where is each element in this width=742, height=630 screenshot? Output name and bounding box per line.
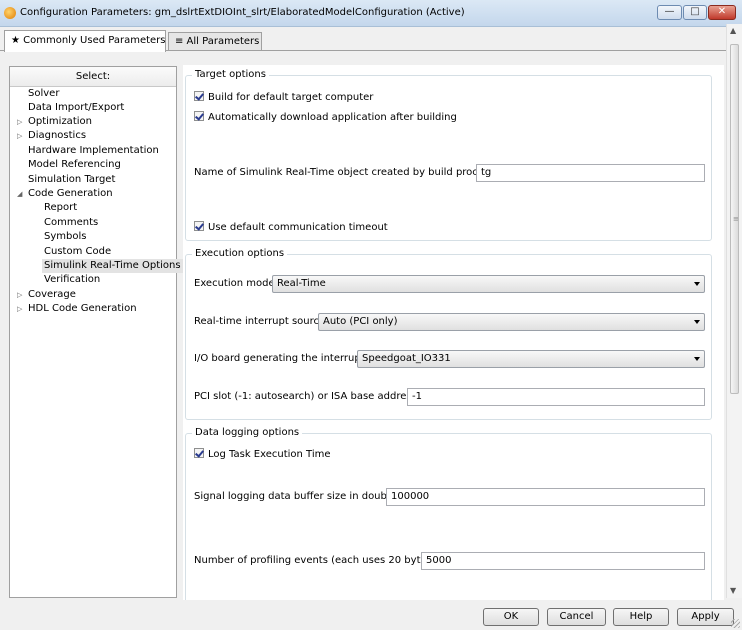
- tab-bar: ★ Commonly Used Parameters ≡ All Paramet…: [0, 27, 742, 52]
- execution-mode-label: Execution mode: [194, 278, 275, 289]
- group-title: Execution options: [192, 248, 288, 260]
- expand-arrow-icon[interactable]: ▷: [17, 129, 22, 143]
- tree-item-hardware-implementation[interactable]: Hardware Implementation: [28, 144, 159, 158]
- dropdown-arrow-icon: [694, 320, 700, 324]
- io-board-label: I/O board generating the interrupt: [194, 353, 365, 364]
- tree-item-custom-code[interactable]: Custom Code: [44, 245, 111, 259]
- buffer-size-field[interactable]: 100000: [386, 488, 705, 506]
- vertical-scrollbar[interactable]: ▲ ≡ ▼: [726, 24, 742, 598]
- group-title: Data logging options: [192, 427, 303, 439]
- checkbox-checked-icon[interactable]: [194, 91, 204, 101]
- tree-item-solver[interactable]: Solver: [28, 87, 59, 101]
- resize-grip-icon[interactable]: [731, 619, 740, 628]
- tree-item-coverage[interactable]: Coverage: [28, 288, 76, 302]
- expand-arrow-icon[interactable]: ▷: [17, 115, 22, 129]
- tree-item-report[interactable]: Report: [44, 201, 77, 215]
- scroll-down-arrow-icon[interactable]: ▼: [730, 586, 736, 595]
- build-default-target-checkbox[interactable]: Build for default target computer: [194, 91, 373, 105]
- io-board-dropdown[interactable]: Speedgoat_IO331: [357, 350, 705, 368]
- collapse-arrow-icon[interactable]: ◢: [17, 187, 22, 201]
- tree-item-data-import-export[interactable]: Data Import/Export: [28, 101, 124, 115]
- grip-icon: ≡: [733, 215, 739, 223]
- tree-item-verification[interactable]: Verification: [44, 273, 100, 287]
- checkbox-checked-icon[interactable]: [194, 111, 204, 121]
- parameters-panel: Target options Build for default target …: [183, 65, 724, 600]
- object-name-field[interactable]: tg: [476, 164, 705, 182]
- apply-button[interactable]: Apply: [677, 608, 734, 626]
- scrollbar-thumb[interactable]: ≡: [730, 44, 739, 394]
- tree-item-simulink-real-time-options[interactable]: Simulink Real-Time Options: [42, 259, 183, 273]
- profiling-events-field[interactable]: 5000: [421, 552, 705, 570]
- close-button[interactable]: ✕: [708, 5, 736, 20]
- target-options-group: Target options Build for default target …: [185, 69, 712, 241]
- tree-item-symbols[interactable]: Symbols: [44, 230, 86, 244]
- data-logging-options-group: Data logging options Log Task Execution …: [185, 427, 712, 600]
- auto-download-checkbox[interactable]: Automatically download application after…: [194, 111, 457, 125]
- checkbox-checked-icon[interactable]: [194, 221, 204, 231]
- tree-item-optimization[interactable]: Optimization: [28, 115, 92, 129]
- object-name-label: Name of Simulink Real-Time object create…: [194, 167, 495, 178]
- dropdown-arrow-icon: [694, 282, 700, 286]
- log-task-execution-time-checkbox[interactable]: Log Task Execution Time: [194, 448, 331, 462]
- buffer-size-label: Signal logging data buffer size in doubl…: [194, 491, 402, 502]
- interrupt-source-label: Real-time interrupt source: [194, 316, 326, 327]
- minimize-button[interactable]: —: [657, 5, 682, 20]
- tree-item-model-referencing[interactable]: Model Referencing: [28, 158, 121, 172]
- title-bar: Configuration Parameters: gm_dslrtExtDIO…: [0, 0, 742, 27]
- profiling-events-label: Number of profiling events (each uses 20…: [194, 555, 436, 566]
- tab-all-parameters[interactable]: ≡ All Parameters: [168, 32, 262, 52]
- pci-slot-label: PCI slot (-1: autosearch) or ISA base ad…: [194, 391, 417, 402]
- ok-button[interactable]: OK: [483, 608, 539, 626]
- checkbox-checked-icon[interactable]: [194, 448, 204, 458]
- expand-arrow-icon[interactable]: ▷: [17, 302, 22, 316]
- scroll-up-arrow-icon[interactable]: ▲: [730, 26, 736, 35]
- expand-arrow-icon[interactable]: ▷: [17, 288, 22, 302]
- tree-item-comments[interactable]: Comments: [44, 216, 98, 230]
- tab-commonly-used-parameters[interactable]: ★ Commonly Used Parameters: [4, 30, 166, 52]
- tree-item-hdl-code-generation[interactable]: HDL Code Generation: [28, 302, 137, 316]
- tree-item-simulation-target[interactable]: Simulation Target: [28, 173, 115, 187]
- execution-mode-dropdown[interactable]: Real-Time: [272, 275, 705, 293]
- tree-header: Select:: [10, 67, 176, 87]
- interrupt-source-dropdown[interactable]: Auto (PCI only): [318, 313, 705, 331]
- help-button[interactable]: Help: [613, 608, 669, 626]
- matlab-app-icon: [4, 7, 16, 19]
- maximize-button[interactable]: □: [683, 5, 707, 20]
- execution-options-group: Execution options Execution mode Real-Ti…: [185, 248, 712, 420]
- tree-item-code-generation[interactable]: Code Generation: [28, 187, 113, 201]
- dropdown-arrow-icon: [694, 357, 700, 361]
- category-tree: Select: ▷ ▷ ◢ ▷ ▷ Solver Data Import/Exp…: [9, 66, 183, 598]
- pci-slot-field[interactable]: -1: [407, 388, 705, 406]
- group-title: Target options: [192, 69, 269, 81]
- cancel-button[interactable]: Cancel: [547, 608, 606, 626]
- tree-item-diagnostics[interactable]: Diagnostics: [28, 129, 86, 143]
- default-timeout-checkbox[interactable]: Use default communication timeout: [194, 221, 388, 235]
- window-title: Configuration Parameters: gm_dslrtExtDIO…: [20, 7, 465, 18]
